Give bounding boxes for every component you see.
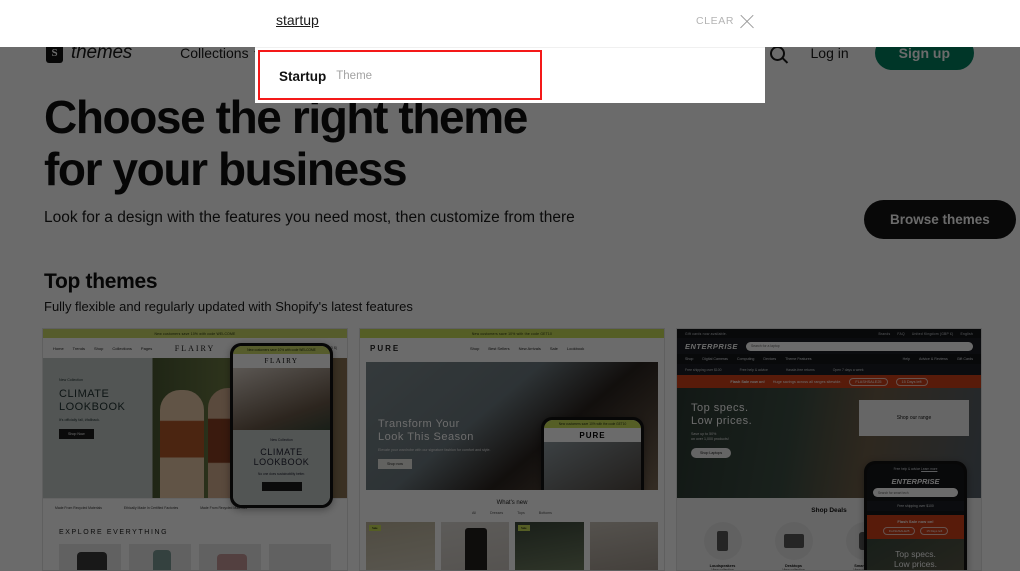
suggestion-name: Startup	[279, 68, 327, 84]
search-bar: CLEAR	[0, 0, 1020, 47]
suggestion-item-startup[interactable]: Startup Theme	[255, 48, 765, 104]
search-suggestions: Startup Theme	[255, 47, 765, 103]
close-icon[interactable]	[738, 13, 756, 31]
search-input[interactable]	[276, 12, 656, 31]
suggestion-type: Theme	[336, 70, 373, 82]
clear-button[interactable]: CLEAR	[696, 15, 734, 27]
